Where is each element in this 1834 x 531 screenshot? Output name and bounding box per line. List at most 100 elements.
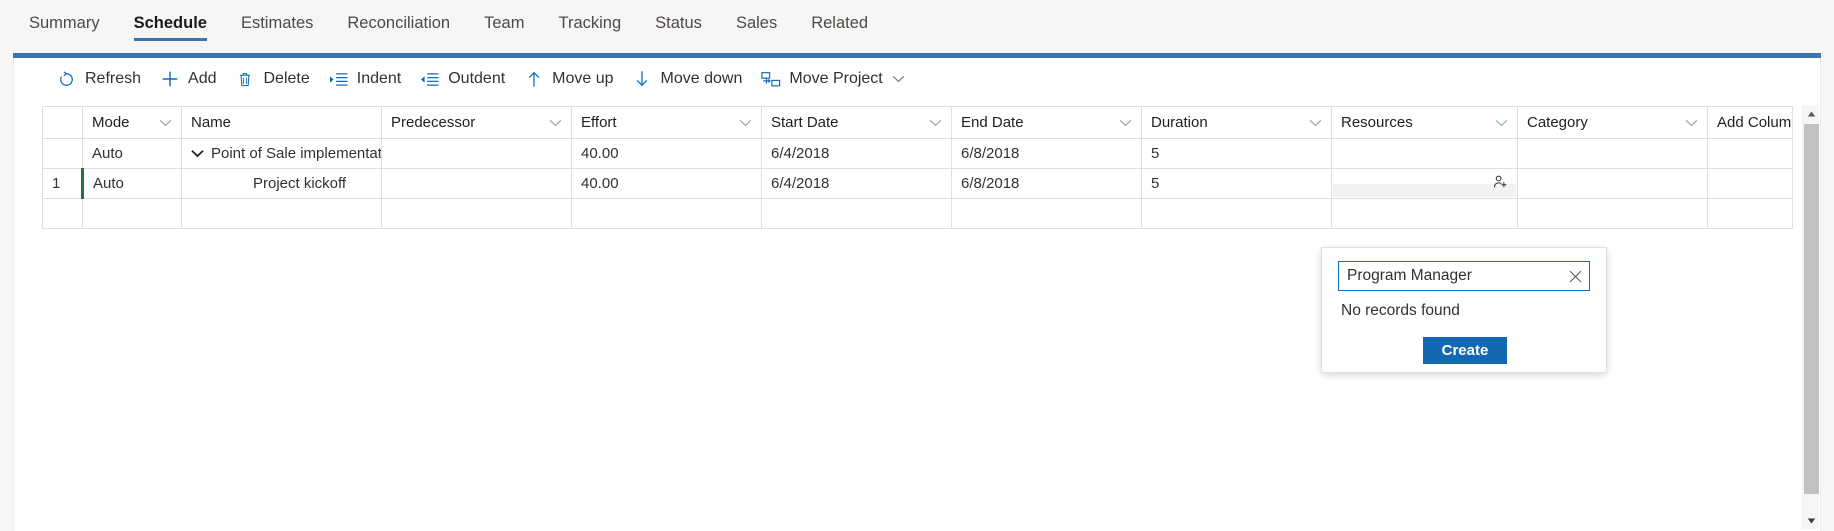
chevron-down-icon[interactable]	[549, 114, 562, 131]
cell-mode[interactable]: Auto	[82, 138, 182, 169]
cell-effort[interactable]	[571, 198, 762, 229]
tab-label: Tracking	[558, 14, 622, 32]
cell-add-column[interactable]	[1707, 198, 1793, 229]
move-project-button[interactable]: Move Project	[751, 62, 913, 96]
move-down-label: Move down	[660, 70, 743, 87]
tab-team[interactable]: Team	[467, 0, 541, 47]
add-button[interactable]: Add	[150, 62, 225, 96]
cell-category[interactable]	[1517, 168, 1708, 199]
delete-button[interactable]: Delete	[226, 62, 319, 96]
cell-mode[interactable]: Auto	[81, 168, 182, 199]
cell-end-date[interactable]	[951, 198, 1142, 229]
delete-label: Delete	[263, 70, 310, 87]
plus-icon	[159, 69, 180, 90]
column-header-start-date[interactable]: Start Date	[761, 106, 952, 139]
column-label: Duration	[1151, 114, 1208, 131]
cell-effort[interactable]: 40.00	[571, 168, 762, 199]
cell-resources[interactable]	[1331, 198, 1518, 229]
cell-add-column[interactable]	[1707, 168, 1793, 199]
chevron-down-icon[interactable]	[739, 114, 752, 131]
cell-name[interactable]: Project kickoff	[181, 168, 382, 199]
outdent-button[interactable]: Outdent	[410, 62, 514, 96]
cell-start-date[interactable]: 6/4/2018	[761, 168, 952, 199]
cell-predecessor[interactable]	[381, 138, 572, 169]
column-header-category[interactable]: Category	[1517, 106, 1708, 139]
move-down-button[interactable]: Move down	[623, 62, 752, 96]
cell-start-date[interactable]	[761, 198, 952, 229]
cell-effort[interactable]: 40.00	[571, 138, 762, 169]
tab-related[interactable]: Related	[794, 0, 885, 47]
cell-name[interactable]	[181, 198, 382, 229]
cell-duration[interactable]: 5	[1141, 138, 1332, 169]
chevron-down-icon[interactable]	[159, 114, 172, 131]
cell-category[interactable]	[1517, 198, 1708, 229]
cell-duration[interactable]: 5	[1141, 168, 1332, 199]
cell-category[interactable]	[1517, 138, 1708, 169]
tab-label: Status	[655, 14, 702, 32]
vertical-scrollbar[interactable]	[1802, 105, 1819, 529]
column-label: Add Column	[1717, 114, 1793, 131]
cell-mode[interactable]	[82, 198, 182, 229]
chevron-down-icon[interactable]	[1495, 114, 1508, 131]
scroll-up-arrow-icon[interactable]	[1803, 105, 1820, 122]
tab-label: Estimates	[240, 14, 314, 32]
column-header-predecessor[interactable]: Predecessor	[381, 106, 572, 139]
tab-sales[interactable]: Sales	[719, 0, 794, 47]
cell-name[interactable]: Point of Sale implementati	[181, 138, 382, 169]
refresh-button[interactable]: Refresh	[47, 62, 150, 96]
table-row[interactable]: Auto Point of Sale implementati 40.00 6/…	[42, 138, 1793, 169]
schedule-grid: Mode Name Predecessor Effort Start Date …	[42, 106, 1793, 229]
clear-icon[interactable]	[1561, 262, 1589, 290]
tab-label: Team	[484, 14, 525, 32]
chevron-down-icon[interactable]	[892, 75, 905, 83]
lookup-search-box[interactable]	[1338, 261, 1590, 291]
column-header-effort[interactable]: Effort	[571, 106, 762, 139]
cell-add-column[interactable]	[1707, 138, 1793, 169]
cell-predecessor[interactable]	[381, 198, 572, 229]
tab-reconciliation[interactable]: Reconciliation	[330, 0, 467, 47]
scroll-down-arrow-icon[interactable]	[1803, 512, 1820, 529]
column-header-end-date[interactable]: End Date	[951, 106, 1142, 139]
cell-predecessor[interactable]	[381, 168, 572, 199]
move-up-button[interactable]: Move up	[514, 62, 622, 96]
move-project-icon	[760, 69, 781, 90]
create-button[interactable]: Create	[1423, 337, 1507, 364]
resources-edit-field[interactable]	[1333, 184, 1516, 197]
expand-chevron-icon[interactable]	[191, 145, 204, 162]
column-header-mode[interactable]: Mode	[82, 106, 182, 139]
cell-start-date[interactable]: 6/4/2018	[761, 138, 952, 169]
indent-label: Indent	[356, 70, 402, 87]
indent-button[interactable]: Indent	[319, 62, 410, 96]
arrow-down-icon	[632, 69, 653, 90]
cell-end-date[interactable]: 6/8/2018	[951, 138, 1142, 169]
cell-end-date[interactable]: 6/8/2018	[951, 168, 1142, 199]
refresh-label: Refresh	[85, 70, 142, 87]
tab-summary[interactable]: Summary	[12, 0, 117, 47]
scrollbar-thumb[interactable]	[1804, 124, 1819, 494]
column-header-resources[interactable]: Resources	[1331, 106, 1518, 139]
lookup-search-input[interactable]	[1339, 267, 1561, 285]
outdent-icon	[419, 69, 440, 90]
table-row[interactable]	[42, 198, 1793, 229]
tab-status[interactable]: Status	[638, 0, 719, 47]
tab-tracking[interactable]: Tracking	[541, 0, 638, 47]
cell-duration[interactable]	[1141, 198, 1332, 229]
tab-schedule[interactable]: Schedule	[117, 0, 224, 47]
schedule-table: Mode Name Predecessor Effort Start Date …	[42, 106, 1793, 229]
app-root: Summary Schedule Estimates Reconciliatio…	[0, 0, 1834, 531]
column-header-duration[interactable]: Duration	[1141, 106, 1332, 139]
column-label: Predecessor	[391, 114, 476, 131]
move-up-label: Move up	[552, 70, 614, 87]
chevron-down-icon[interactable]	[1309, 114, 1322, 131]
column-header-add-column[interactable]: Add Column	[1707, 106, 1793, 139]
chevron-down-icon[interactable]	[929, 114, 942, 131]
add-person-icon[interactable]	[1493, 174, 1508, 193]
cell-resources[interactable]	[1331, 138, 1518, 169]
column-header-name[interactable]: Name	[181, 106, 382, 139]
chevron-down-icon[interactable]	[1119, 114, 1132, 131]
cell-resources-active[interactable]	[1331, 168, 1518, 199]
chevron-down-icon[interactable]	[1685, 114, 1698, 131]
tab-estimates[interactable]: Estimates	[224, 0, 330, 47]
tab-label: Schedule	[133, 14, 207, 32]
table-row[interactable]: 1 Auto Project kickoff 40.00 6/4/2018 6/…	[42, 168, 1793, 199]
